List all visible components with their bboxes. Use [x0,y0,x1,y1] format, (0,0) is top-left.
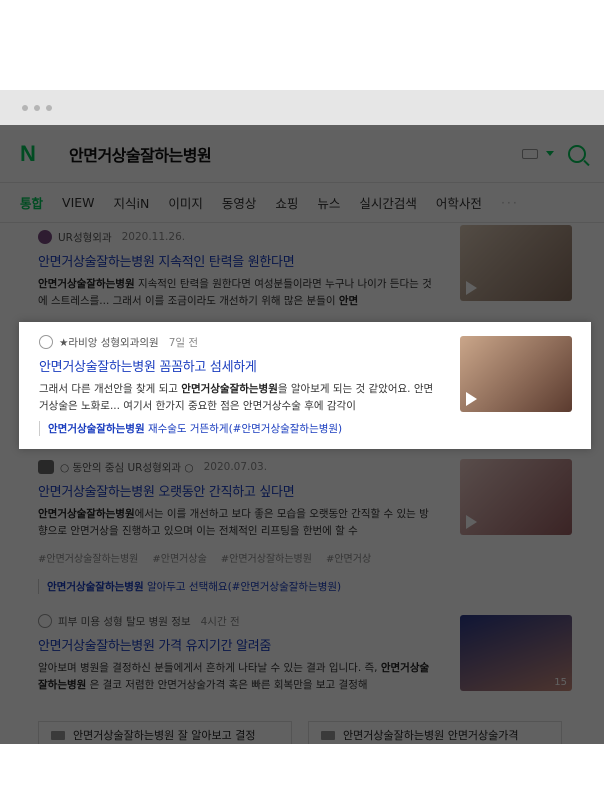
tab-dictionary[interactable]: 어학사전 [436,193,482,212]
hashtag-list: #안면거상술잘하는병원 #안면거상술 #안면거상잘하는병원 #안면거상 [38,550,572,565]
tab-realtime[interactable]: 실시간검색 [359,193,417,212]
tab-view[interactable]: VIEW [62,195,95,210]
play-icon [466,515,477,529]
tab-integrated[interactable]: 통합 [20,193,43,212]
avatar[interactable] [39,335,53,349]
more-icon[interactable]: ··· [501,195,519,210]
result-snippet: 안면거상술잘하는병원 지속적인 탄력을 원한다면 여성분들이라면 누구나 나이가… [38,278,432,307]
browser-titlebar [0,90,604,125]
result-thumbnail[interactable]: 15 [460,615,572,691]
related-cards: 안면거상술잘하는병원 잘 알아보고 결정 안면거상술잘하는병원 안면거상술가격 [38,721,572,744]
author-name[interactable]: UR성형외과 [58,230,112,245]
related-card[interactable]: 안면거상술잘하는병원 잘 알아보고 결정 [38,721,292,744]
avatar[interactable] [38,460,54,474]
window-dot[interactable] [46,104,52,111]
highlighted-result: ★라비앙 성형외과의원 7일 전 안면거상술잘하는병원 꼼꼼하고 섬세하게 그래… [19,322,591,449]
post-time: 4시간 전 [200,615,240,628]
search-tabs: 통합 VIEW 지식iN 이미지 동영상 쇼핑 뉴스 실시간검색 어학사전 ··… [0,183,604,223]
play-icon [466,281,477,295]
results-list: UR성형외과 2020.11.26. 안면거상술잘하는병원 지속적인 탄력을 원… [0,225,604,744]
tab-kin[interactable]: 지식iN [114,193,150,212]
result-thumbnail[interactable] [460,225,572,301]
tab-images[interactable]: 이미지 [168,193,203,212]
related-card-label: 안면거상술잘하는병원 안면거상술가격 [343,729,519,742]
hashtag[interactable]: #안면거상 [326,550,371,565]
tab-news[interactable]: 뉴스 [317,193,340,212]
avatar[interactable] [38,614,52,628]
related-card[interactable]: 안면거상술잘하는병원 안면거상술가격 [308,721,562,744]
search-header: N 안면거상술잘하는병원 [0,125,604,183]
result-snippet: 안면거상술잘하는병원에서는 이를 개선하고 보다 좋은 모습을 오랫동안 간직할… [38,508,429,537]
play-icon [466,392,477,406]
blog-icon [51,730,65,740]
post-time: 2020.07.03. [203,461,268,473]
result-item: ○ 동안의 중심 UR성형외과 ○ 2020.07.03. 안면거상술잘하는병원… [38,459,572,607]
post-time: 7일 전 [168,336,199,349]
hashtag[interactable]: #안면거상술 [152,550,206,565]
result-thumbnail[interactable] [460,459,572,535]
window-dot[interactable] [34,104,40,111]
blog-icon [321,730,335,740]
hashtag[interactable]: #안면거상술잘하는병원 [38,550,138,565]
search-icon[interactable] [568,144,586,163]
author-name[interactable]: ○ 동안의 중심 UR성형외과 ○ [60,460,194,475]
result-item: UR성형외과 2020.11.26. 안면거상술잘하는병원 지속적인 탄력을 원… [38,225,572,315]
author-name[interactable]: ★라비앙 성형외과의원 [59,335,159,350]
image-count: 15 [554,677,567,688]
keyboard-icon[interactable] [522,148,538,159]
author-name[interactable]: 피부 미용 성형 탈모 병원 정보 [58,614,191,629]
chevron-down-icon[interactable] [546,151,554,156]
related-link[interactable]: 안면거상술잘하는병원 알아두고 선택해요(#안면거상술잘하는병원) [38,579,572,594]
tab-shopping[interactable]: 쇼핑 [275,193,298,212]
tab-video[interactable]: 동영상 [222,193,257,212]
related-link[interactable]: 안면거상술잘하는병원 재수술도 거뜬하게(#안면거상술잘하는병원) [39,421,572,436]
related-card-label: 안면거상술잘하는병원 잘 알아보고 결정 [73,729,256,742]
window-dot[interactable] [22,104,28,111]
avatar[interactable] [38,230,52,244]
hashtag[interactable]: #안면거상잘하는병원 [221,550,312,565]
naver-logo[interactable]: N [20,141,42,167]
search-input[interactable]: 안면거상술잘하는병원 [69,142,522,166]
result-snippet: 알아보며 병원을 결정하신 분들에게서 흔하게 나타날 수 있는 결과 입니다.… [38,662,430,691]
result-thumbnail[interactable] [460,336,572,412]
result-item: 피부 미용 성형 탈모 병원 정보 4시간 전 안면거상술잘하는병원 가격 유지… [38,613,572,707]
post-time: 2020.11.26. [121,231,186,243]
result-snippet: 그래서 다른 개선안을 찾게 되고 안면거상술잘하는병원을 알아보게 되는 것 … [39,383,434,412]
